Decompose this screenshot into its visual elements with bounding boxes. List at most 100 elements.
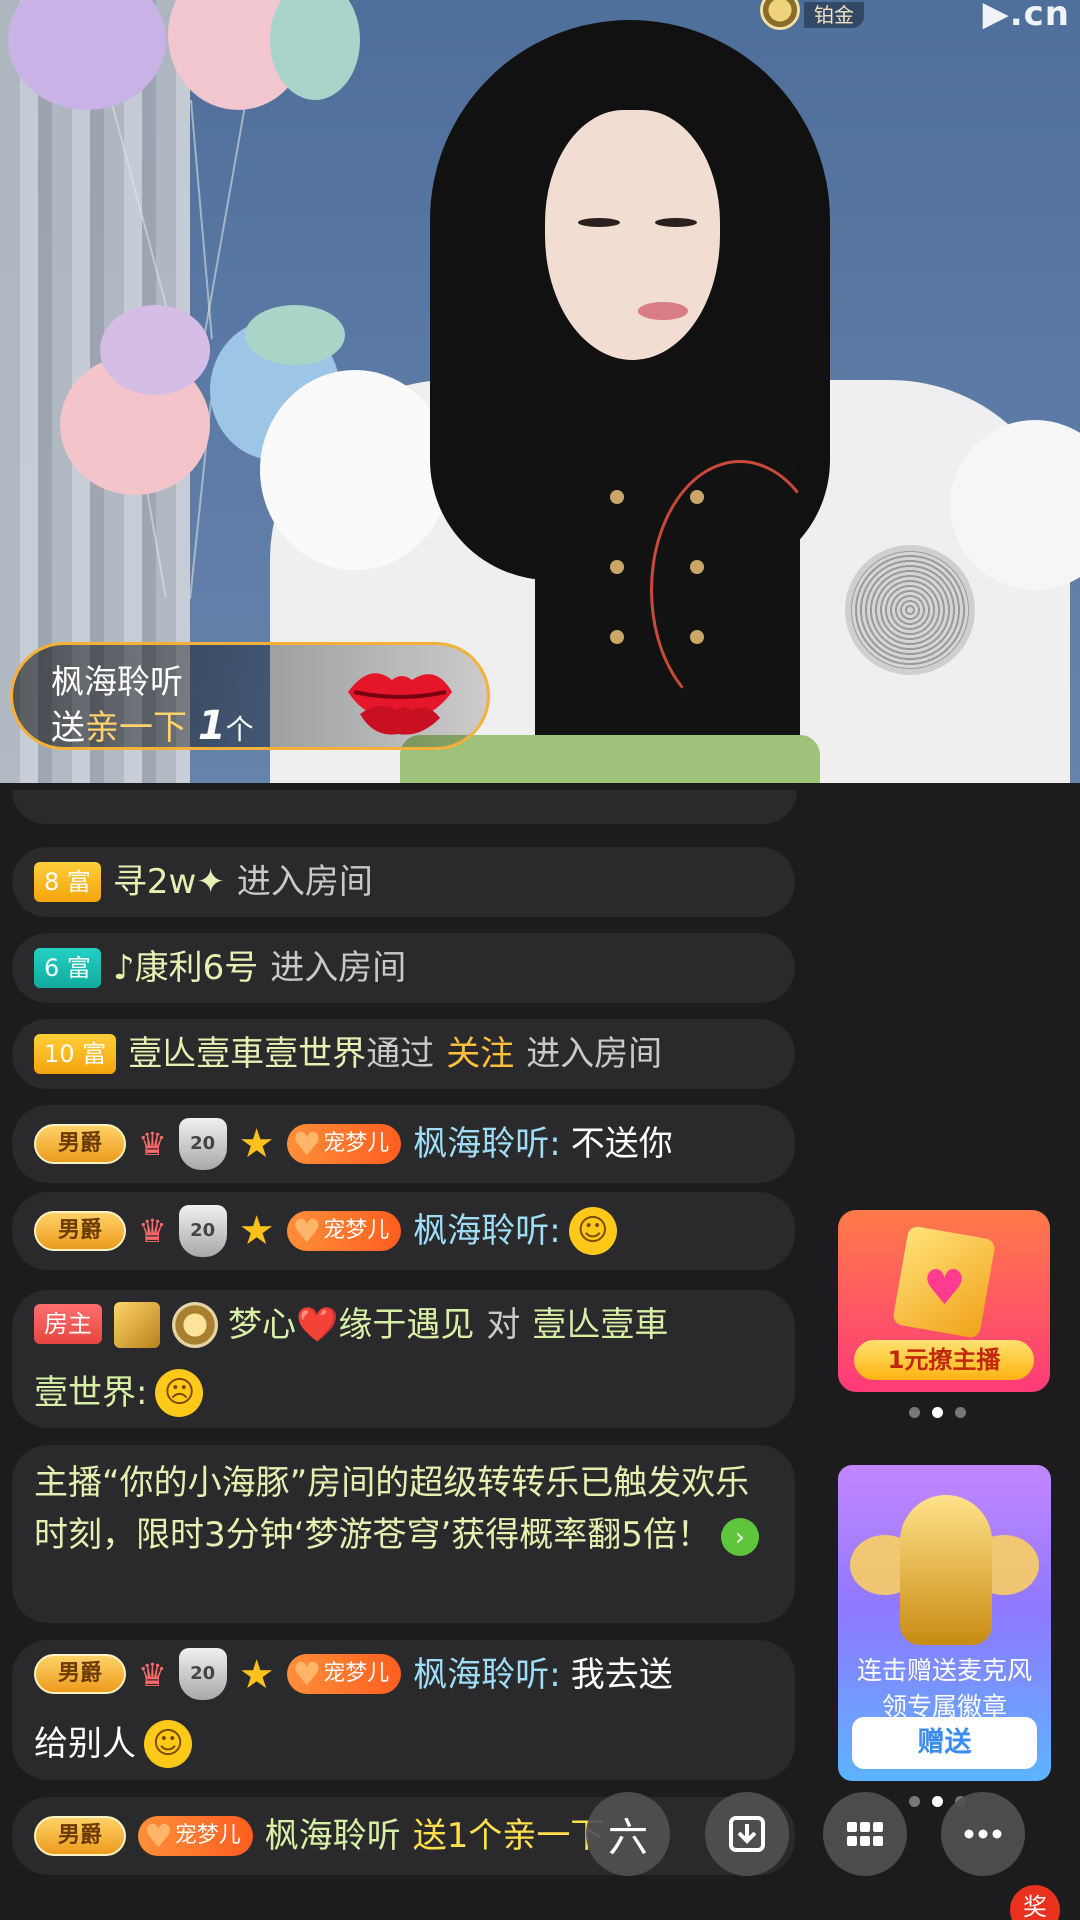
follow-link[interactable]: 关注 [446, 1022, 514, 1086]
gift-unit: 个 [225, 713, 254, 746]
fan-badge-label: 宠梦儿 [174, 1823, 241, 1848]
user-name[interactable]: 枫海聆听: [413, 1112, 560, 1176]
gift-text: 送亲一下 1个 [51, 700, 254, 749]
heart-icon: ♥ [144, 1817, 173, 1855]
gift-count: 1 [197, 703, 226, 749]
prize-badge[interactable]: 奖 [1010, 1885, 1060, 1920]
more-button[interactable] [941, 1792, 1025, 1876]
user-name[interactable]: 枫海聆听 [265, 1804, 401, 1868]
chat-item-enter[interactable]: 6 富 ♪康利6号 进入房间 [12, 933, 795, 1003]
bottom-toolbar-partial [0, 1905, 1080, 1920]
six-button[interactable]: 六 [586, 1792, 670, 1876]
fan-badge: ♥ 宠梦儿 [138, 1816, 253, 1856]
chat-item-message[interactable]: 男爵 ♛ 20 ★ ♥ 宠梦儿 枫海聆听: 我去送 给别人 ☺ [12, 1640, 795, 1780]
gift-sender: 枫海聆听 [51, 662, 183, 701]
fan-badge: ♥ 宠梦儿 [286, 1654, 402, 1694]
grid-icon [847, 1822, 883, 1846]
apps-button[interactable] [823, 1792, 907, 1876]
enter-room-text: 进入房间 [236, 862, 373, 902]
medal-icon [172, 1302, 218, 1348]
heart-icon: ♥ [292, 1212, 322, 1250]
crown-icon: ♛ [138, 1212, 167, 1250]
coin-icon [760, 0, 800, 30]
chat-item-message[interactable]: 男爵 ♛ 20 ★ ♥ 宠梦儿 枫海聆听: ☺ [12, 1192, 795, 1270]
shield-number: 20 [190, 1133, 216, 1154]
level-rank: 富 [66, 868, 91, 896]
target-user-name-cont[interactable]: 壹世界: [34, 1360, 147, 1426]
badge-label: 铂金 [804, 2, 864, 28]
carousel-dots [909, 1407, 966, 1418]
message-text: 不送你 [570, 1124, 673, 1164]
enter-room-text: 进入房间 [526, 1034, 663, 1074]
host-level-badge[interactable]: 铂金 [760, 0, 864, 30]
fan-badge: ♥ 宠梦儿 [286, 1211, 402, 1251]
user-name[interactable]: 梦心❤️缘于遇见 [228, 1292, 474, 1358]
promo-caption: 1元撩主播 [854, 1340, 1034, 1380]
user-name[interactable]: ♪康利6号 [113, 936, 258, 1000]
golden-microphone-icon [900, 1495, 992, 1645]
carousel-dot-active [932, 1796, 943, 1807]
level-number: 6 [44, 954, 60, 982]
guard-shield-icon: 20 [178, 1205, 227, 1257]
watermark: ▶.cn [982, 0, 1070, 34]
chat-item-enter[interactable]: 8 富 寻2w✦ 进入房间 [12, 847, 795, 917]
system-message: 主播“你的小海豚”房间的超级转转乐已触发欢乐时刻，限时3分钟‘梦游苍穹’获得概率… [34, 1457, 773, 1561]
heart-icon: ♥ [923, 1260, 967, 1316]
star-icon: ★ [238, 1208, 275, 1254]
carousel-dot [909, 1407, 920, 1418]
via-text: 通过 [366, 1034, 435, 1074]
star-icon: ★ [238, 1652, 275, 1698]
target-user-name[interactable]: 壹亾壹車 [532, 1292, 668, 1358]
download-button[interactable] [705, 1792, 789, 1876]
level-number: 10 [44, 1040, 75, 1068]
user-name[interactable]: 壹亾壹車壹世界 [128, 1022, 366, 1086]
noble-badge: 男爵 [34, 1211, 126, 1251]
room-owner-badge: 房主 [34, 1304, 102, 1344]
prize-label: 奖 [1023, 1893, 1047, 1920]
chat-item-message[interactable]: 男爵 ♛ 20 ★ ♥ 宠梦儿 枫海聆听: 不送你 [12, 1105, 795, 1183]
lips [638, 302, 688, 320]
wealth-level-badge: 6 富 [34, 948, 101, 988]
promo-microphone-card[interactable]: 连击赠送麦克风 领专属徽章 赠送 [838, 1465, 1051, 1781]
user-name[interactable]: 寻2w✦ [113, 850, 225, 914]
shield-number: 20 [190, 1220, 216, 1241]
fan-badge: ♥ 宠梦儿 [286, 1124, 402, 1164]
level-rank: 富 [66, 954, 91, 982]
wealth-level-badge: 8 富 [34, 862, 101, 902]
promo-flirt-host-card[interactable]: ♥ 1元撩主播 [838, 1210, 1050, 1392]
eye [655, 218, 697, 227]
download-icon [729, 1816, 765, 1852]
shy-emoji-icon: ☺ [144, 1720, 192, 1768]
carousel-dot [909, 1796, 920, 1807]
chat-item-message[interactable]: 房主 梦心❤️缘于遇见 对 壹亾壹車 壹世界: ☹ [12, 1290, 795, 1428]
pleading-emoji-icon: ☹ [155, 1369, 204, 1417]
user-name[interactable]: 枫海聆听: [413, 1642, 560, 1708]
send-word: 送 [51, 708, 85, 748]
message-text-cont: 给别人 [34, 1724, 136, 1764]
heart-icon: ♥ [292, 1655, 322, 1693]
eye [578, 218, 620, 227]
gift-text: 送1个亲一下 [412, 1816, 605, 1856]
give-button[interactable]: 赠送 [852, 1717, 1037, 1769]
chat-item-gift[interactable]: 男爵 ♥ 宠梦儿 枫海聆听 送1个亲一下 [12, 1797, 795, 1875]
chat-item-enter[interactable]: 10 富 壹亾壹車壹世界 通过 关注 进入房间 [12, 1019, 795, 1089]
shy-emoji-icon: ☺ [568, 1207, 617, 1255]
gold-badge-icon [114, 1302, 160, 1348]
fan-badge-label: 宠梦儿 [323, 1661, 390, 1686]
earphone-cable [650, 460, 830, 720]
wealth-level-badge: 10 富 [34, 1034, 117, 1074]
chat-item-system[interactable]: 主播“你的小海豚”房间的超级转转乐已触发欢乐时刻，限时3分钟‘梦游苍穹’获得概率… [12, 1445, 795, 1623]
enter-room-text: 进入房间 [270, 948, 407, 988]
coat-button [610, 490, 624, 504]
level-rank: 富 [82, 1040, 107, 1068]
more-icon [964, 1829, 1002, 1839]
fan-badge-label: 宠梦儿 [323, 1131, 390, 1156]
noble-badge: 男爵 [34, 1654, 126, 1694]
guard-shield-icon: 20 [178, 1118, 227, 1170]
message-text: 我去送 [570, 1655, 673, 1695]
star-icon: ★ [238, 1121, 275, 1167]
user-name[interactable]: 枫海聆听: [413, 1199, 560, 1263]
go-arrow-icon[interactable]: › [720, 1517, 759, 1556]
level-number: 8 [44, 868, 60, 896]
coat-button [610, 560, 624, 574]
